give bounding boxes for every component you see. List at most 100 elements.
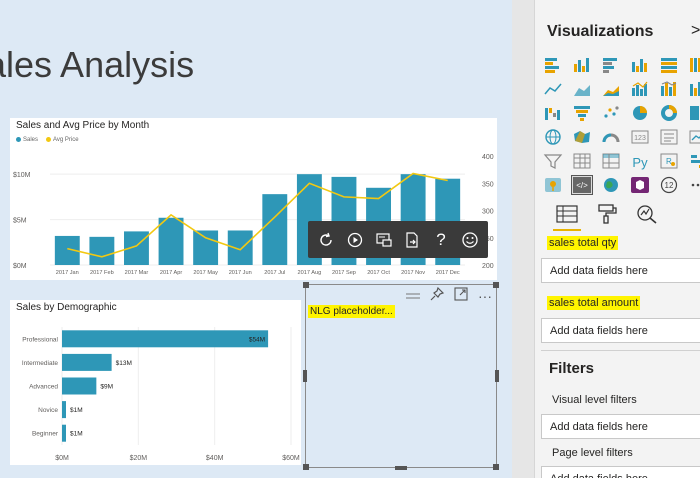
funnel-chart-icon[interactable] [572, 104, 592, 122]
stacked-column-chart-icon[interactable] [572, 56, 592, 74]
matrix-icon[interactable] [601, 152, 621, 170]
table-icon[interactable] [572, 152, 592, 170]
page-level-filters-dropzone[interactable]: Add data fields here [541, 466, 700, 478]
drag-handle-icon[interactable] [406, 289, 420, 303]
resize-handle-top-left[interactable] [303, 282, 309, 288]
resize-handle-bottom-right[interactable] [493, 464, 499, 470]
area-chart-icon[interactable] [572, 80, 592, 98]
sales-bar[interactable] [193, 230, 219, 265]
scatter-chart-icon[interactable] [601, 104, 621, 122]
visual-toolbar: ? [308, 221, 488, 258]
format-tab[interactable] [593, 201, 621, 227]
map-icon[interactable] [543, 128, 563, 146]
visualizations-pane: Visualizations > 123 Py R </> 12 sales total… [534, 0, 700, 478]
field-well-dropzone-amount[interactable]: Add data fields here [541, 318, 700, 343]
demographic-bar[interactable] [62, 424, 66, 442]
x-tick-label: 2017 Mar [125, 270, 149, 276]
category-label: Intermediate [22, 360, 59, 367]
numbered-visual-icon[interactable]: 12 [659, 176, 679, 194]
sales-bar[interactable] [227, 230, 253, 265]
multi-row-card-icon[interactable] [659, 128, 679, 146]
x-tick-label: 2017 Oct [367, 270, 390, 276]
collapse-pane-icon[interactable]: > [691, 22, 700, 40]
page-level-filters-label: Page level filters [552, 447, 633, 459]
sales-bar[interactable] [89, 236, 115, 265]
field-well-dropzone-qty[interactable]: Add data fields here [541, 258, 700, 283]
nlg-visual[interactable]: ··· NLG placeholder... [303, 282, 499, 470]
screenshot-icon[interactable] [372, 228, 396, 252]
bar-value-label: $9M [100, 384, 113, 391]
focus-mode-icon[interactable] [454, 287, 468, 304]
gauge-icon[interactable] [601, 128, 621, 146]
pie-chart-icon[interactable] [630, 104, 650, 122]
card-icon[interactable]: 123 [630, 128, 650, 146]
arcgis-map-icon[interactable] [543, 176, 563, 194]
analytics-tab[interactable] [633, 201, 661, 227]
nlg-placeholder-text: NLG placeholder... [308, 305, 395, 318]
treemap-icon[interactable] [688, 104, 700, 122]
more-options-icon[interactable]: ··· [478, 289, 492, 303]
demographic-chart-visual[interactable]: Sales by Demographic $0M $20M $40M $60M Prof… [10, 300, 301, 465]
r-visual-icon[interactable]: R [659, 152, 679, 170]
x-tick-label: $60M [282, 455, 300, 462]
sales-bar[interactable] [158, 217, 184, 265]
more-visuals-icon[interactable] [688, 176, 700, 194]
resize-handle-top-right[interactable] [493, 282, 499, 288]
python-visual-icon[interactable]: Py [630, 152, 650, 170]
pane-tabs [553, 201, 661, 231]
stacked-bar-chart-icon[interactable] [543, 56, 563, 74]
filters-title: Filters [549, 360, 595, 377]
clustered-bar-chart-icon[interactable] [601, 56, 621, 74]
donut-chart-icon[interactable] [659, 104, 679, 122]
x-tick-label: 2017 Nov [401, 270, 425, 276]
demographic-chart-plot: $0M $20M $40M $60M Professional $54M Intermedi… [22, 327, 300, 462]
waterfall-chart-icon[interactable] [543, 104, 563, 122]
filters-divider [541, 350, 700, 351]
resize-handle-bottom[interactable] [395, 466, 407, 470]
fields-tab[interactable] [553, 201, 581, 231]
custom-visual-selected-icon[interactable]: </> [571, 175, 593, 195]
demographic-bar[interactable] [62, 401, 66, 419]
help-icon[interactable]: ? [429, 228, 453, 252]
field-well-label-qty: sales total qty [547, 236, 619, 250]
x-tick-label: $40M [206, 455, 224, 462]
bar-value-label: $1M [70, 407, 83, 414]
filled-map-icon[interactable] [572, 128, 592, 146]
x-tick-label: $20M [130, 455, 148, 462]
export-icon[interactable] [400, 228, 424, 252]
resize-handle-right[interactable] [495, 370, 499, 382]
smiley-icon[interactable] [458, 228, 482, 252]
demographic-bar[interactable] [62, 330, 269, 348]
y-right-tick-label: 300 [482, 209, 494, 216]
key-influencers-icon[interactable] [688, 152, 700, 170]
pin-icon[interactable] [430, 286, 445, 304]
line-stacked-column-chart-icon[interactable] [659, 80, 679, 98]
globe-visual-icon[interactable] [601, 176, 621, 194]
sales-bar[interactable] [262, 194, 288, 265]
100-stacked-column-chart-icon[interactable] [688, 56, 700, 74]
y-left-tick-label: $0M [13, 263, 27, 270]
line-chart-icon[interactable] [543, 80, 563, 98]
clustered-column-chart-icon[interactable] [630, 56, 650, 74]
resize-handle-bottom-left[interactable] [303, 464, 309, 470]
visualizations-title: Visualizations [547, 23, 654, 40]
power-apps-icon[interactable] [630, 176, 650, 194]
page-title: ales Analysis [0, 44, 195, 85]
100-stacked-bar-chart-icon[interactable] [659, 56, 679, 74]
kpi-icon[interactable] [688, 128, 700, 146]
stacked-area-chart-icon[interactable] [601, 80, 621, 98]
resize-handle-left[interactable] [303, 370, 307, 382]
slicer-icon[interactable] [543, 152, 563, 170]
nlg-visual-header: ··· [406, 286, 492, 304]
svg-text:123: 123 [634, 135, 646, 142]
demographic-bar[interactable] [62, 377, 97, 395]
refresh-icon[interactable] [314, 228, 338, 252]
line-clustered-column-chart-icon[interactable] [630, 80, 650, 98]
play-icon[interactable] [343, 228, 367, 252]
x-tick-label: 2017 May [193, 270, 218, 276]
demographic-bar[interactable] [62, 353, 112, 371]
ribbon-chart-icon[interactable] [688, 80, 700, 98]
x-tick-label: 2017 Jan [56, 270, 79, 276]
x-tick-label: 2017 Dec [436, 270, 460, 276]
visual-level-filters-dropzone[interactable]: Add data fields here [541, 414, 700, 439]
